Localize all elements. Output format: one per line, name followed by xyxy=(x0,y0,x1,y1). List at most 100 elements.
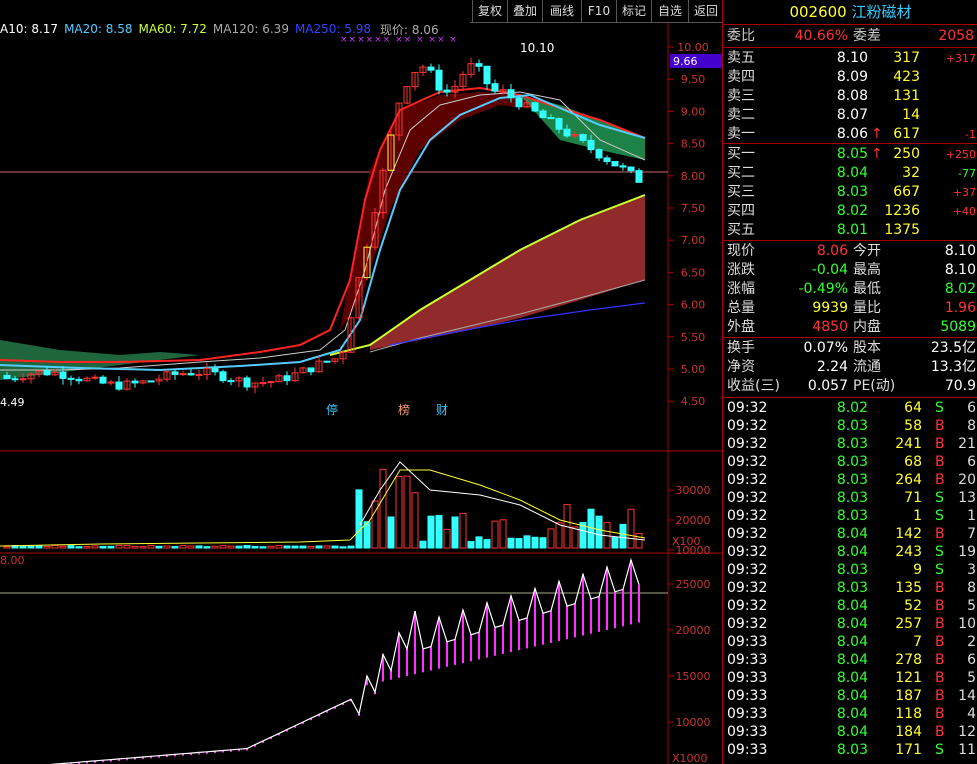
axis-label: 10.00 xyxy=(677,41,709,54)
tick-side: S xyxy=(935,508,944,524)
volume-bar xyxy=(435,515,443,549)
volume-bar xyxy=(451,516,459,549)
weibi-row: 委比 40.66% 委差 2058 xyxy=(723,27,977,46)
indicator-bars xyxy=(62,559,640,764)
bid-change: +40 xyxy=(952,205,976,218)
tick-price: 8.04 xyxy=(836,724,868,740)
tick-row: 09:32 8.04 52 B 5 xyxy=(723,597,977,616)
tick-row: 09:32 8.04 257 B 10 xyxy=(723,615,977,634)
tick-time: 09:32 xyxy=(727,562,768,578)
volume-multiplier: X100 xyxy=(672,535,701,548)
tick-time: 09:32 xyxy=(727,454,768,470)
tick-count: 21 xyxy=(958,436,976,452)
volume-bar xyxy=(539,537,547,549)
tag-tingpai[interactable]: 停 xyxy=(326,402,338,417)
volume-bar xyxy=(331,545,339,549)
tick-volume: 184 xyxy=(895,724,922,740)
candle-body xyxy=(195,374,203,377)
axis-label: 8.50 xyxy=(681,138,706,151)
volume-bar xyxy=(635,533,643,549)
quote-value: 8.02 xyxy=(944,281,976,297)
tick-row: 09:33 8.04 184 B 12 xyxy=(723,723,977,742)
tag-bang[interactable]: 榜 xyxy=(398,402,410,417)
volume-bar xyxy=(259,546,267,549)
f10-button[interactable]: F10 xyxy=(581,0,616,22)
candle-body xyxy=(427,66,435,71)
volume-bar xyxy=(619,523,627,549)
back-button[interactable]: 返回 xyxy=(688,0,723,22)
quote-value: 9939 xyxy=(812,300,848,316)
bid-volume: 250 xyxy=(893,146,920,162)
tick-side: S xyxy=(935,742,944,758)
candle-body xyxy=(555,118,563,130)
ask-label: 卖三 xyxy=(727,88,755,104)
volume-bar xyxy=(403,475,411,549)
tick-volume: 58 xyxy=(904,418,922,434)
tick-side: B xyxy=(935,526,945,542)
tick-volume: 118 xyxy=(895,706,922,722)
fundamental-label: 收益(三) xyxy=(727,378,780,394)
volume-bar xyxy=(179,545,187,549)
overlay-button[interactable]: 叠加 xyxy=(507,0,542,22)
candle-body xyxy=(547,117,555,120)
volume-bar xyxy=(411,492,419,549)
candle-body xyxy=(603,157,611,162)
price-axis: 10.00 9.50 9.00 8.50 8.00 7.50 7.00 6.50 6.00 5.5… xyxy=(668,41,709,408)
candle-body xyxy=(147,380,155,383)
candle-body xyxy=(443,89,451,93)
tick-row: 09:33 8.04 121 B 5 xyxy=(723,669,977,688)
tick-price: 8.03 xyxy=(836,472,868,488)
tick-price: 8.03 xyxy=(836,742,868,758)
bid-price: 8.02 xyxy=(836,203,868,219)
volume-bar xyxy=(99,545,107,549)
fundamental-row: 换手 0.07% 股本 23.5亿 xyxy=(723,339,977,358)
quote-row: 总量 9939 量比 1.96 xyxy=(723,299,977,318)
tick-row: 09:32 8.03 1 S 1 xyxy=(723,507,977,526)
tick-volume: 257 xyxy=(895,616,922,632)
candle-body xyxy=(491,83,499,92)
volume-bar xyxy=(115,544,123,549)
candle-body xyxy=(531,102,539,112)
volume-bar xyxy=(499,519,507,549)
weibi-label: 委比 xyxy=(727,28,755,44)
quote-label: 外盘 xyxy=(727,319,755,335)
tick-price: 8.02 xyxy=(836,400,868,416)
tick-price: 8.04 xyxy=(836,634,868,650)
bid-row: 买四 8.02 1236 +40 xyxy=(723,202,977,221)
divider xyxy=(723,143,977,144)
stock-header: 002600 江粉磁材 xyxy=(723,0,977,25)
quote-label: 最高 xyxy=(853,262,881,278)
bid-volume: 667 xyxy=(893,184,920,200)
tag-cai[interactable]: 财 xyxy=(436,403,448,417)
volume-bar xyxy=(547,528,555,549)
candle-body xyxy=(99,376,107,384)
volume-bar xyxy=(427,515,435,549)
kline-chart-area[interactable]: 10.00 9.50 9.00 8.50 8.00 7.50 7.00 6.50 6.00 5.5… xyxy=(0,0,722,764)
bid-label: 买一 xyxy=(727,146,755,162)
quote-row: 外盘 4850 内盘 5089 xyxy=(723,318,977,337)
volume-bar xyxy=(555,522,563,549)
candle-body xyxy=(563,128,571,137)
axis-label: 25000 xyxy=(676,578,711,591)
volume-bar xyxy=(67,545,75,549)
volume-bar xyxy=(91,545,99,549)
weicha-label: 委差 xyxy=(853,28,881,44)
tick-row: 09:32 8.03 135 B 8 xyxy=(723,579,977,598)
quote-value: 5089 xyxy=(940,319,976,335)
quote-value: 8.06 xyxy=(816,243,848,259)
tick-time: 09:32 xyxy=(727,526,768,542)
volume-bar xyxy=(459,512,467,549)
volume-bar xyxy=(283,545,291,549)
volume-bar xyxy=(131,545,139,549)
ask-label: 卖二 xyxy=(727,107,755,123)
toolbar: 复权 叠加 画线 F10 标记 自选 返回 xyxy=(470,0,723,23)
fuquan-button[interactable]: 复权 xyxy=(472,0,507,22)
mark-button[interactable]: 标记 xyxy=(616,0,651,22)
tick-price: 8.03 xyxy=(836,418,868,434)
tick-side: B xyxy=(935,598,945,614)
watchlist-button[interactable]: 自选 xyxy=(651,0,688,22)
axis-label: 20000 xyxy=(676,624,711,637)
indicator-left-label: 8.00 xyxy=(0,554,25,567)
fundamental-value: 13.3亿 xyxy=(930,359,976,375)
draw-button[interactable]: 画线 xyxy=(542,0,581,22)
